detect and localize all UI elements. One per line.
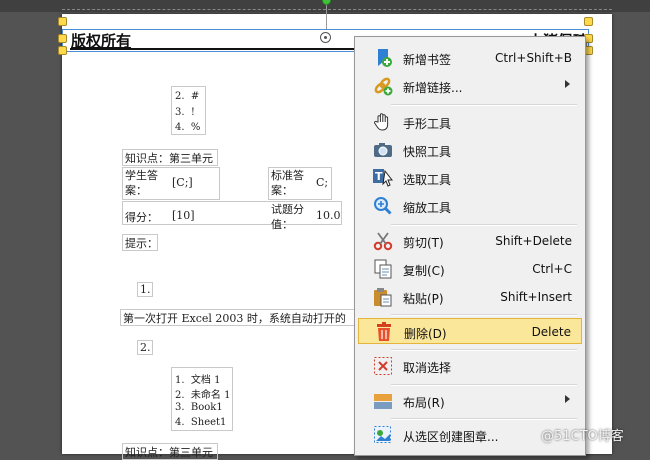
- menu-separator: [391, 418, 577, 420]
- list-item: 4. Sheet1: [175, 417, 227, 428]
- resize-handle-middle-left[interactable]: [58, 34, 67, 43]
- standard-answer-value: C;: [316, 176, 329, 189]
- copy-icon: [373, 259, 393, 279]
- score-value: [10]: [172, 209, 195, 222]
- select-text-icon: T: [373, 168, 394, 188]
- center-point-marker[interactable]: [320, 32, 331, 43]
- menu-item-add-bookmark[interactable]: 新增书签 Ctrl+Shift+B: [358, 45, 582, 71]
- knowledge-point: 知识点：第三单元: [125, 152, 213, 165]
- score-label: 得分：: [125, 211, 158, 224]
- zoom-icon: [373, 196, 393, 216]
- menu-item-select-tool[interactable]: T 选取工具: [358, 165, 582, 191]
- list-item: 3. Book1: [175, 402, 223, 413]
- context-menu[interactable]: 新增书签 Ctrl+Shift+B 新增链接... 手形工具 快照工具 T 选取…: [354, 36, 586, 456]
- standard-answer-label: 标准答案：: [271, 169, 304, 197]
- list-item: 3. !: [175, 107, 195, 118]
- stamp-icon: [373, 425, 393, 445]
- student-answer-value: [C;]: [172, 176, 193, 189]
- question-number: 1.: [140, 283, 151, 296]
- menu-item-delete[interactable]: 删除(D) Delete: [358, 318, 582, 344]
- link-add-icon: [373, 76, 393, 96]
- list-item: 4. %: [175, 122, 201, 133]
- list-item: 2. 未命名 1: [175, 390, 231, 401]
- hand-tool-icon: [373, 112, 393, 132]
- deselect-icon: [373, 356, 393, 376]
- delete-icon: [374, 322, 394, 342]
- question-text: 第一次打开 Excel 2003 时，系统自动打开的: [123, 312, 346, 325]
- menu-item-cut[interactable]: 剪切(T) Shift+Delete: [358, 228, 582, 254]
- hint-label: 提示：: [125, 237, 158, 250]
- list-item: 1. 文档 1: [175, 375, 221, 386]
- menu-item-zoom-tool[interactable]: 缩放工具: [358, 193, 582, 219]
- menu-item-layout[interactable]: 布局(R): [358, 388, 582, 414]
- page-boundary: [62, 9, 612, 10]
- resize-handle-bottom-left[interactable]: [58, 46, 67, 55]
- question-number: 2.: [140, 341, 151, 354]
- svg-text:T: T: [375, 170, 383, 183]
- menu-item-hand-tool[interactable]: 手形工具: [358, 109, 582, 135]
- layout-icon: [373, 391, 393, 411]
- menu-item-paste[interactable]: 粘贴(P) Shift+Insert: [358, 284, 582, 310]
- student-answer-label: 学生答案：: [125, 169, 158, 197]
- header-title-left: 版权所有: [71, 32, 132, 50]
- menu-separator: [391, 104, 577, 106]
- watermark: @51CTO博客: [541, 429, 624, 444]
- rotation-handle-line: [326, 2, 327, 29]
- bookmark-add-icon: [373, 48, 393, 68]
- menu-item-add-link[interactable]: 新增链接...: [358, 73, 582, 99]
- menu-separator: [391, 349, 577, 351]
- submenu-arrow-icon: [565, 395, 570, 403]
- camera-icon: [373, 140, 393, 160]
- menu-separator: [391, 384, 577, 386]
- scissors-icon: [373, 231, 393, 251]
- question-score-label: 试题分值：: [271, 203, 304, 231]
- submenu-arrow-icon: [565, 80, 570, 88]
- knowledge-point: 知识点：第三单元: [125, 446, 213, 459]
- question-score-value: 10.0: [316, 209, 341, 222]
- paste-icon: [373, 287, 393, 307]
- menu-separator: [391, 224, 577, 226]
- resize-handle-top-left[interactable]: [58, 17, 67, 26]
- menu-item-snapshot-tool[interactable]: 快照工具: [358, 137, 582, 163]
- menu-separator: [391, 314, 577, 316]
- list-item: 2. #: [175, 91, 200, 102]
- menu-item-deselect[interactable]: 取消选择: [358, 353, 582, 379]
- resize-handle-top-right[interactable]: [584, 17, 593, 26]
- menu-item-copy[interactable]: 复制(C) Ctrl+C: [358, 256, 582, 282]
